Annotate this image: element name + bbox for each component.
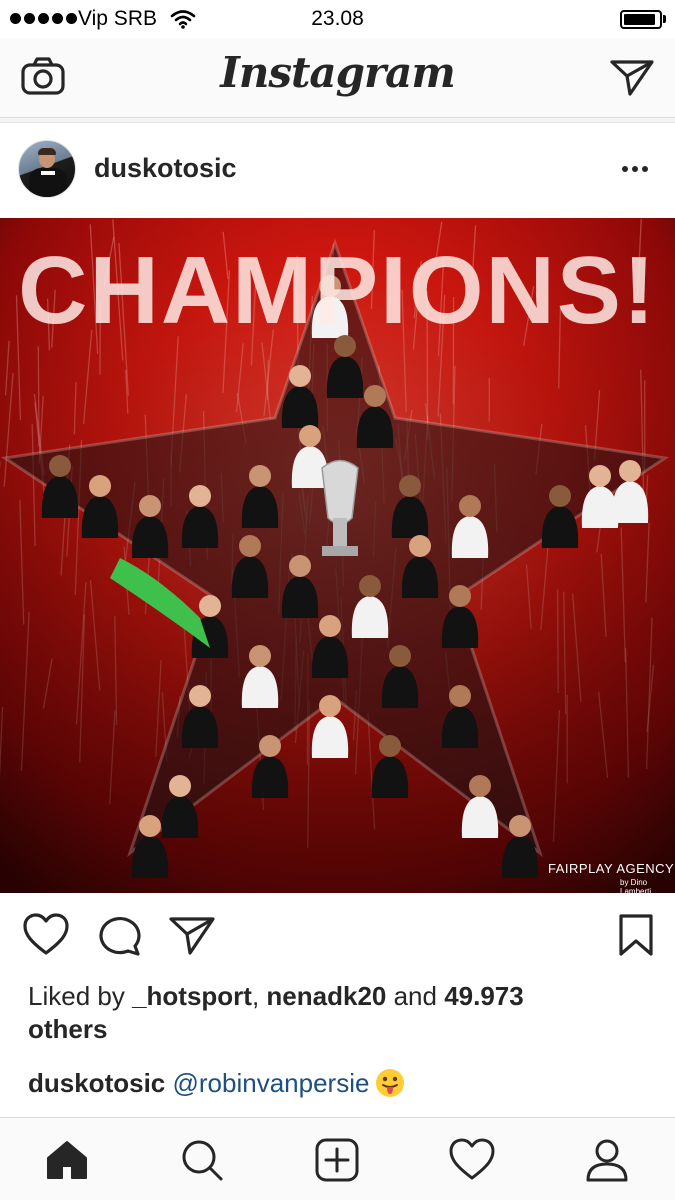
profile-icon[interactable] — [583, 1136, 631, 1184]
caption-mention[interactable]: @robinvanpersie — [172, 1068, 369, 1098]
tongue-out-emoji — [376, 1069, 405, 1097]
player-head — [449, 685, 471, 707]
player-head — [319, 615, 341, 637]
player-head — [409, 535, 431, 557]
bottom-tab-bar — [0, 1117, 675, 1200]
heart-icon[interactable] — [448, 1136, 496, 1184]
post-header: duskotosic — [0, 124, 675, 217]
avatar[interactable] — [18, 140, 76, 198]
image-watermark: FAIRPLAY AGENCY — [548, 861, 675, 876]
player-head — [549, 485, 571, 507]
player-head — [319, 695, 341, 717]
bookmark-icon[interactable] — [612, 913, 660, 957]
player-head — [589, 465, 611, 487]
player-head — [249, 645, 271, 667]
player-head — [399, 475, 421, 497]
feed-separator — [0, 118, 675, 123]
post-image[interactable]: CHAMPIONS! FAIRPLAY AGENCY by Dino Lambe… — [0, 218, 675, 893]
likes-conjunction: and — [386, 981, 445, 1011]
player-head — [89, 475, 111, 497]
heart-icon[interactable] — [22, 913, 70, 957]
player-head — [139, 815, 161, 837]
player-head — [509, 815, 531, 837]
player-head — [289, 555, 311, 577]
player-head — [139, 495, 161, 517]
liked-by-user-2[interactable]: nenadk20 — [266, 981, 386, 1011]
player-head — [189, 685, 211, 707]
player-head — [379, 735, 401, 757]
home-icon[interactable] — [43, 1136, 91, 1184]
instagram-logo: Instagram — [220, 48, 456, 97]
add-post-icon[interactable] — [313, 1136, 361, 1184]
paper-plane-icon[interactable] — [608, 56, 656, 98]
player-head — [364, 385, 386, 407]
player-head — [299, 425, 321, 447]
player-head — [449, 585, 471, 607]
post-username[interactable]: duskotosic — [94, 153, 237, 184]
status-time: 23.08 — [311, 7, 364, 30]
player-head — [289, 365, 311, 387]
post-caption: duskotosic @robinvanpersie — [28, 1066, 658, 1100]
search-icon[interactable] — [178, 1136, 226, 1184]
status-bar: Vip SRB 23.08 — [0, 0, 675, 38]
likes-suffix[interactable]: others — [28, 1014, 107, 1044]
likes-separator: , — [251, 981, 267, 1011]
image-banner-text: CHAMPIONS! — [18, 237, 657, 344]
more-options-icon[interactable] — [620, 158, 650, 178]
likes-count[interactable]: 49.973 — [444, 981, 524, 1011]
player-head — [239, 535, 261, 557]
liked-by-user-1[interactable]: _hotsport — [132, 981, 252, 1011]
post-action-bar — [0, 893, 675, 978]
likes-summary[interactable]: Liked by _hotsport, nenadk20 and 49.973 o… — [28, 980, 628, 1046]
player-head — [469, 775, 491, 797]
player-head — [259, 735, 281, 757]
battery-cap — [663, 15, 666, 23]
image-watermark-credit: by Dino Lamberti — [620, 878, 652, 893]
likes-prefix: Liked by — [28, 981, 133, 1011]
player-head — [359, 575, 381, 597]
player-head — [49, 455, 71, 477]
share-icon[interactable] — [168, 913, 216, 957]
player-head — [459, 495, 481, 517]
battery-icon — [620, 10, 662, 29]
player-head — [189, 485, 211, 507]
top-nav-bar: Instagram — [0, 38, 675, 118]
player-head — [619, 460, 641, 482]
player-head — [169, 775, 191, 797]
player-head — [199, 595, 221, 617]
player-head — [249, 465, 271, 487]
comment-icon[interactable] — [98, 913, 146, 957]
player-head — [389, 645, 411, 667]
caption-username[interactable]: duskotosic — [28, 1068, 165, 1098]
